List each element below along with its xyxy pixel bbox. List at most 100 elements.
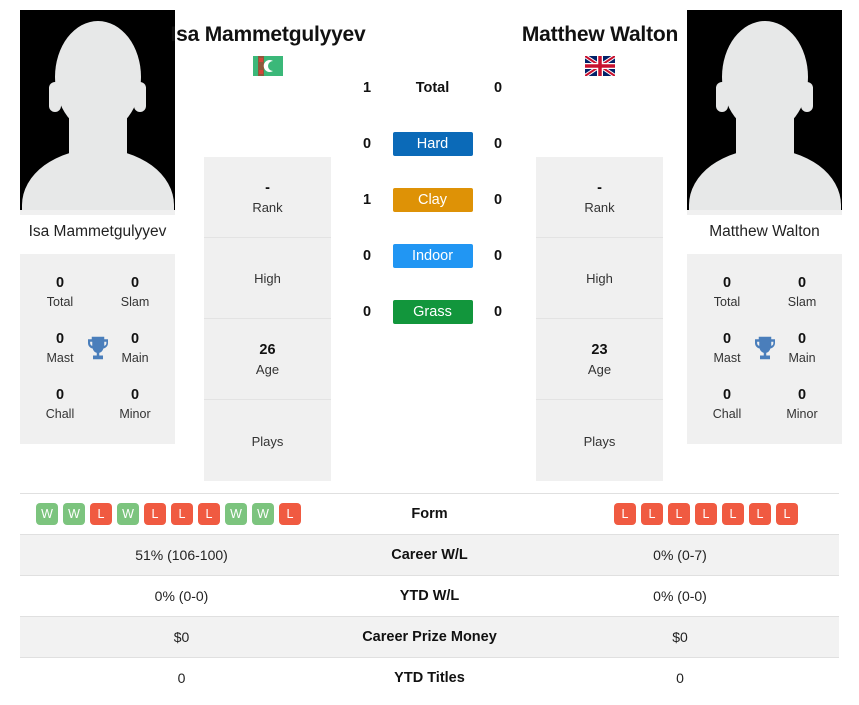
right-info-rank-label: Rank: [584, 199, 615, 215]
comparison-stats-table: WWLWLLLWWL Form LLLLLLL 51% (106-100) Ca…: [20, 493, 839, 699]
form-badge-win[interactable]: W: [252, 503, 274, 525]
right-stat-main-label: Main: [788, 351, 816, 365]
right-stat-slam: 0 Slam: [776, 273, 828, 311]
left-info-rank: - Rank: [204, 157, 331, 238]
left-stat-total-label: Total: [46, 295, 74, 309]
head-to-head-scoreboard: 1 Total 0 0 Hard 0 1 Clay 0 0 Indoor 0 0…: [355, 60, 510, 340]
h2h-grass-right-value: 0: [493, 304, 503, 320]
left-stat-chall: 0 Chall: [34, 385, 86, 423]
form-badge-loss[interactable]: L: [198, 503, 220, 525]
left-player-name: Isa Mammetgulyyev: [170, 23, 366, 46]
right-stat-minor-value: 0: [797, 387, 807, 403]
left-info-age: 26 Age: [204, 319, 331, 400]
form-badge-win[interactable]: W: [36, 503, 58, 525]
left-info-plays-label: Plays: [251, 433, 284, 449]
h2h-hard-right-value: 0: [493, 136, 503, 152]
table-row-career-wl: 51% (106-100) Career W/L 0% (0-7): [20, 534, 839, 576]
h2h-row-hard: 0 Hard 0: [355, 116, 510, 172]
avatar-ear-left-shape: [49, 82, 61, 112]
h2h-total-label: Total: [415, 80, 450, 96]
form-badge-loss[interactable]: L: [641, 503, 663, 525]
right-stat-chall-value: 0: [722, 387, 732, 403]
left-stat-mast: 0 Mast: [34, 329, 86, 367]
right-player-header: Matthew Walton: [495, 22, 705, 76]
h2h-row-clay: 1 Clay 0: [355, 172, 510, 228]
right-ytd-titles-value: 0: [676, 670, 684, 687]
left-stat-main: 0 Main: [109, 329, 161, 367]
form-badge-loss[interactable]: L: [695, 503, 717, 525]
avatar-head-shape: [54, 21, 141, 133]
form-badge-loss[interactable]: L: [144, 503, 166, 525]
h2h-hard-left-value: 0: [362, 136, 372, 152]
h2h-grass-cell: Grass: [388, 300, 478, 324]
right-career-prize-value: $0: [672, 629, 688, 645]
form-badge-loss[interactable]: L: [614, 503, 636, 525]
surface-badge-grass[interactable]: Grass: [392, 300, 473, 324]
left-stat-slam: 0 Slam: [109, 273, 161, 311]
h2h-clay-right-value: 0: [493, 192, 503, 208]
right-stat-total-label: Total: [713, 295, 741, 309]
surface-badge-indoor[interactable]: Indoor: [392, 244, 473, 268]
surface-badge-hard[interactable]: Hard: [392, 132, 473, 156]
form-badge-loss[interactable]: L: [279, 503, 301, 525]
avatar-head-shape: [721, 21, 808, 133]
turkmenistan-flag-icon: [253, 56, 283, 76]
form-badge-loss[interactable]: L: [90, 503, 112, 525]
titles-row-2: 0 Mast 0 Main: [20, 320, 175, 376]
right-player-titles-panel: 0 Total 0 Slam 0 Mast 0 Main 0 Chall 0 M…: [687, 254, 842, 444]
right-info-age-label: Age: [587, 361, 612, 377]
table-row-form: WWLWLLLWWL Form LLLLLLL: [20, 493, 839, 535]
avatar-floor-shape: [20, 210, 175, 215]
left-stat-chall-value: 0: [55, 387, 65, 403]
surface-badge-clay[interactable]: Clay: [392, 188, 473, 212]
left-player-info-card: - Rank High 26 Age Plays: [204, 157, 331, 481]
left-stat-slam-value: 0: [130, 275, 140, 291]
left-stat-main-label: Main: [121, 351, 149, 365]
left-stat-mast-value: 0: [55, 331, 65, 347]
form-badge-win[interactable]: W: [117, 503, 139, 525]
right-stat-mast-label: Mast: [713, 351, 741, 365]
comparison-header-section: Isa Mammetgulyyev 0 Total 0 Slam 0 Mast: [0, 0, 859, 485]
right-stat-slam-label: Slam: [787, 295, 817, 309]
left-info-high: High: [204, 238, 331, 319]
right-stat-chall: 0 Chall: [701, 385, 753, 423]
left-stat-minor-value: 0: [130, 387, 140, 403]
form-badge-loss[interactable]: L: [749, 503, 771, 525]
form-badge-loss[interactable]: L: [722, 503, 744, 525]
united-kingdom-flag-icon: [585, 56, 615, 76]
titles-row-1: 0 Total 0 Slam: [20, 264, 175, 320]
row-label-form: Form: [411, 506, 448, 522]
avatar-ear-right-shape: [801, 82, 813, 112]
left-info-age-label: Age: [255, 361, 280, 377]
form-badge-win[interactable]: W: [63, 503, 85, 525]
left-player-column: Isa Mammetgulyyev 0 Total 0 Slam 0 Mast: [20, 10, 175, 444]
left-stat-total-value: 0: [55, 275, 65, 291]
h2h-indoor-cell: Indoor: [388, 244, 478, 268]
right-info-rank: - Rank: [536, 157, 663, 238]
avatar-floor-shape: [687, 210, 842, 215]
table-row-ytd-wl: 0% (0-0) YTD W/L 0% (0-0): [20, 575, 839, 617]
h2h-indoor-left-value: 0: [362, 248, 372, 264]
avatar-body-shape: [21, 149, 174, 211]
right-career-wl-value: 0% (0-7): [653, 547, 707, 563]
left-player-caption-name: Isa Mammetgulyyev: [28, 223, 167, 240]
right-stat-main: 0 Main: [776, 329, 828, 367]
left-player-titles-panel: 0 Total 0 Slam 0 Mast 0 Main 0 Chall 0 M…: [20, 254, 175, 444]
form-badge-loss[interactable]: L: [668, 503, 690, 525]
avatar-body-shape: [688, 149, 841, 211]
row-label-career-wl: Career W/L: [391, 547, 468, 563]
left-career-wl-value: 51% (106-100): [135, 547, 228, 563]
form-badge-win[interactable]: W: [225, 503, 247, 525]
right-stat-minor-label: Minor: [786, 407, 818, 421]
h2h-total-left-value: 1: [362, 80, 372, 96]
right-stat-total: 0 Total: [701, 273, 753, 311]
form-badge-loss[interactable]: L: [171, 503, 193, 525]
right-stat-chall-label: Chall: [712, 407, 742, 421]
h2h-row-grass: 0 Grass 0: [355, 284, 510, 340]
form-badge-loss[interactable]: L: [776, 503, 798, 525]
avatar-ear-right-shape: [134, 82, 146, 112]
right-stat-mast: 0 Mast: [701, 329, 753, 367]
left-info-rank-value: -: [265, 179, 270, 196]
right-ytd-wl-value: 0% (0-0): [653, 588, 707, 604]
left-info-high-label: High: [254, 271, 281, 286]
